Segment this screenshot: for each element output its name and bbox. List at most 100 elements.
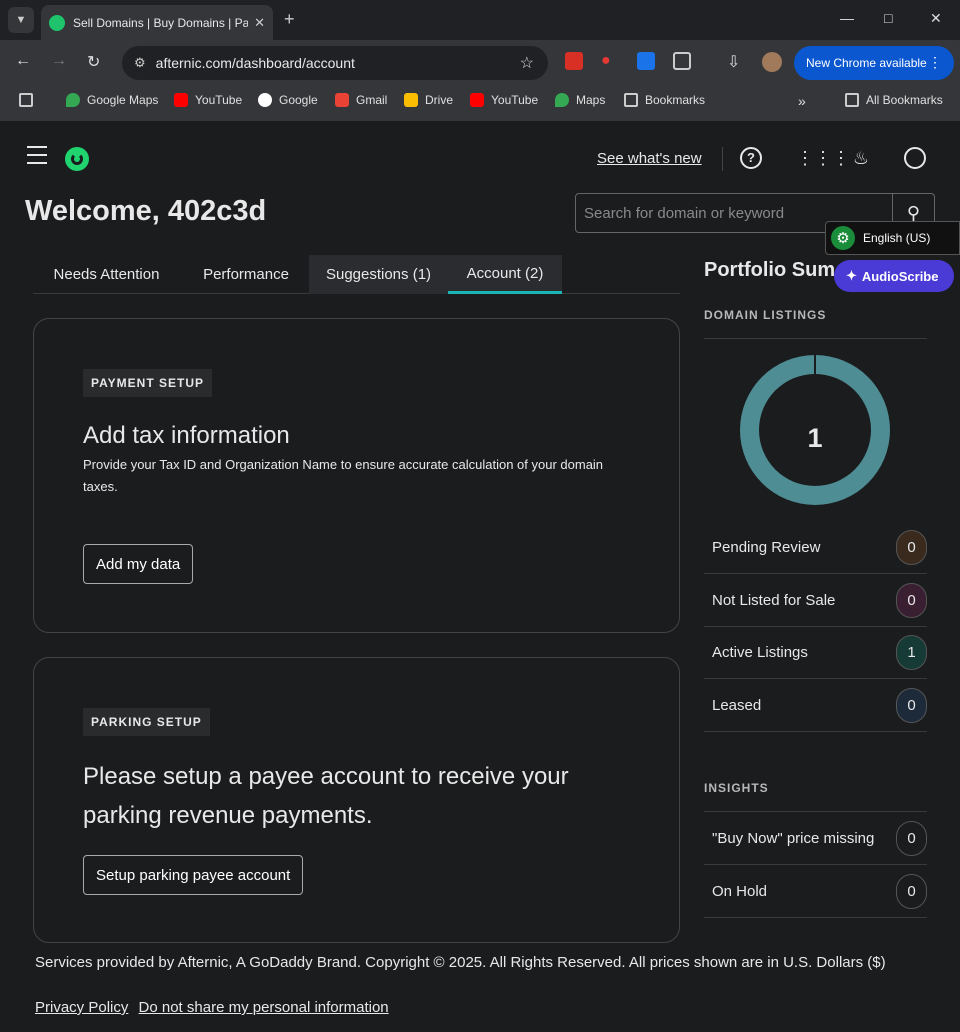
apps-grid-icon[interactable]: ⋮⋮⋮ — [796, 147, 850, 169]
add-my-data-button[interactable]: Add my data — [83, 544, 194, 584]
close-window-icon[interactable]: ✕ — [930, 10, 942, 27]
stat-label: Pending Review — [712, 539, 821, 556]
audioscribe-label: AudioScribe — [861, 268, 939, 284]
stat-row-leased[interactable]: Leased 0 — [704, 679, 927, 732]
stat-row-active-listings[interactable]: Active Listings 1 — [704, 626, 927, 679]
account-avatar-icon[interactable] — [904, 147, 926, 169]
extensions-puzzle-icon[interactable] — [673, 52, 691, 70]
tab-strip: ▼ Sell Domains | Buy Domains | Pa ✕ + — … — [0, 0, 960, 40]
insights-label: INSIGHTS — [704, 781, 769, 795]
stat-label: Leased — [712, 697, 762, 714]
card-description: Provide your Tax ID and Organization Nam… — [83, 457, 604, 494]
maximize-icon[interactable]: □ — [884, 10, 892, 26]
hamburger-menu-icon[interactable] — [27, 146, 47, 170]
stat-count-badge: 0 — [896, 530, 927, 565]
more-bookmarks-icon[interactable]: » — [798, 93, 806, 109]
afternic-favicon-icon — [49, 14, 65, 31]
language-widget[interactable]: ⚙ English (US) — [825, 221, 960, 255]
maps-pin-icon — [555, 93, 569, 107]
bookmark-google[interactable]: Google — [258, 93, 318, 107]
bookmark-maps[interactable]: Maps — [555, 93, 605, 107]
stat-count-badge: 0 — [896, 688, 927, 723]
translate-extension-icon[interactable] — [637, 52, 655, 70]
drive-icon — [404, 93, 418, 107]
tab-title: Sell Domains | Buy Domains | Pa — [73, 15, 249, 30]
bookmark-gmail[interactable]: Gmail — [335, 93, 387, 107]
back-icon[interactable]: ← — [15, 52, 31, 70]
tab-account[interactable]: Account (2) — [448, 255, 562, 294]
folder-icon — [624, 93, 638, 107]
minimize-icon[interactable]: — — [840, 10, 854, 26]
profile-avatar[interactable] — [762, 52, 782, 72]
bookmark-google-maps[interactable]: Google Maps — [66, 93, 158, 107]
bookmark-star-icon[interactable]: ☆ — [520, 53, 534, 73]
card-badge: PAYMENT SETUP — [83, 369, 213, 397]
reload-icon[interactable]: ↻ — [87, 52, 100, 72]
bookmark-folder[interactable]: Bookmarks — [624, 93, 705, 107]
payment-setup-card: PAYMENT SETUP Add tax information Provid… — [33, 318, 680, 633]
header-divider — [722, 147, 723, 171]
stat-label: Not Listed for Sale — [712, 592, 836, 609]
all-bookmarks[interactable]: All Bookmarks — [845, 93, 943, 107]
tab-performance[interactable]: Performance — [183, 255, 309, 294]
afternic-logo-icon[interactable] — [65, 147, 89, 171]
download-icon[interactable]: ⇩ — [727, 52, 745, 71]
magic-wand-icon: ✦ — [846, 268, 857, 283]
domain-listings-label: DOMAIN LISTINGS — [704, 308, 827, 322]
update-label: New Chrome available — [806, 56, 927, 70]
browser-tab[interactable]: Sell Domains | Buy Domains | Pa ✕ — [41, 5, 273, 40]
browser-chrome: ▼ Sell Domains | Buy Domains | Pa ✕ + — … — [0, 0, 960, 121]
notifications-bell-icon[interactable]: ♨ — [850, 147, 872, 169]
more-menu-icon[interactable]: ⋮ — [928, 54, 942, 71]
maps-pin-icon — [66, 93, 80, 107]
bookmark-youtube-2[interactable]: YouTube — [470, 93, 538, 107]
tab-suggestions[interactable]: Suggestions (1) — [309, 255, 448, 294]
portfolio-title: Portfolio Sum — [704, 259, 836, 281]
insight-label: On Hold — [712, 883, 768, 900]
browser-toolbar: ← → ↻ ⚙ afternic.com/dashboard/account ☆… — [0, 40, 960, 85]
parking-setup-card: PARKING SETUP Please setup a payee accou… — [33, 657, 680, 943]
chrome-update-button[interactable]: New Chrome available ⋮ — [794, 46, 954, 80]
do-not-share-link[interactable]: Do not share my personal information — [139, 999, 389, 1016]
insight-count-badge: 0 — [896, 821, 927, 856]
insight-row-on-hold[interactable]: On Hold 0 — [704, 865, 927, 918]
divider — [704, 338, 927, 339]
bookmark-youtube[interactable]: YouTube — [174, 93, 242, 107]
forward-icon[interactable]: → — [51, 52, 67, 70]
audioscribe-button[interactable]: ✦ AudioScribe — [834, 260, 954, 292]
whats-new-link[interactable]: See what's new — [597, 150, 702, 167]
close-tab-icon[interactable]: ✕ — [254, 15, 265, 31]
stat-count-badge: 0 — [896, 583, 927, 618]
insight-row-buy-now-missing[interactable]: "Buy Now" price missing 0 — [704, 812, 927, 865]
help-icon[interactable]: ? — [740, 147, 762, 169]
bookmarks-bar: Google Maps YouTube Google Gmail Drive Y… — [0, 85, 960, 115]
listings-total: 1 — [807, 423, 823, 453]
url-text: afternic.com/dashboard/account — [155, 55, 355, 71]
setup-parking-payee-button[interactable]: Setup parking payee account — [83, 855, 304, 895]
apps-grid-icon[interactable] — [19, 93, 40, 107]
microphone-extension-icon[interactable]: ● — [601, 52, 619, 70]
insight-label: "Buy Now" price missing — [712, 830, 875, 847]
gear-icon: ⚙ — [831, 226, 855, 250]
stat-row-pending-review[interactable]: Pending Review 0 — [704, 521, 927, 574]
stat-row-not-listed[interactable]: Not Listed for Sale 0 — [704, 574, 927, 627]
footer-text: Services provided by Afternic, A GoDaddy… — [35, 954, 886, 971]
privacy-policy-link[interactable]: Privacy Policy — [35, 999, 128, 1016]
youtube-icon — [470, 93, 484, 107]
afternic-dashboard: See what's new ? ⋮⋮⋮ ♨ Welcome, 402c3d ⚲… — [0, 121, 960, 1032]
site-info-icon[interactable]: ⚙ — [134, 55, 146, 71]
footer-links: Privacy Policy Do not share my personal … — [35, 999, 395, 1016]
new-tab-icon[interactable]: + — [284, 9, 295, 30]
language-label: English (US) — [863, 231, 931, 245]
extension-icon[interactable] — [565, 52, 583, 70]
youtube-icon — [174, 93, 188, 107]
bookmark-drive[interactable]: Drive — [404, 93, 453, 107]
tab-search-button[interactable]: ▼ — [8, 7, 34, 33]
insight-count-badge: 0 — [896, 874, 927, 909]
stat-label: Active Listings — [712, 644, 808, 661]
folder-icon — [845, 93, 859, 107]
address-bar[interactable]: ⚙ afternic.com/dashboard/account ☆ — [122, 46, 548, 80]
card-title: Please setup a payee account to receive … — [83, 763, 569, 829]
tab-needs-attention[interactable]: Needs Attention — [33, 255, 180, 294]
page-title: Welcome, 402c3d — [25, 195, 267, 227]
